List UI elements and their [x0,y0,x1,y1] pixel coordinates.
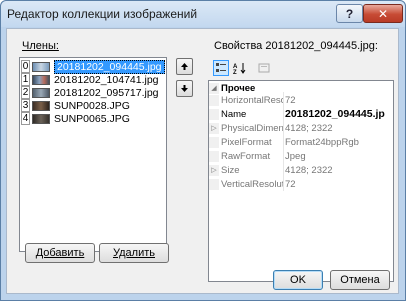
image-thumbnail-icon [32,87,50,98]
property-value[interactable]: 20181202_094445.jp [285,109,393,120]
move-up-button[interactable] [176,58,193,75]
property-value: 72 [285,95,296,106]
row-gutter [209,179,219,190]
property-row[interactable]: ▷ Size 4128; 2322 [209,165,393,176]
help-button[interactable]: ? [336,4,363,23]
move-down-button[interactable] [176,80,193,97]
list-item[interactable]: 0 20181202_094445.jpg [21,59,166,74]
categorized-icon [216,63,226,72]
property-name: HorizontalResolu [221,95,283,106]
item-index: 4 [21,112,30,125]
property-value: 4128; 2322 [285,165,333,176]
property-name: PhysicalDimensic [221,123,283,134]
property-row-selected[interactable]: Name 20181202_094445.jp [209,109,393,120]
property-name: VerticalResolutio [221,179,283,190]
expand-icon[interactable]: ▷ [209,165,219,176]
property-toolbar: A Z [208,60,394,78]
row-gutter [209,137,219,148]
categorized-view-button[interactable] [213,60,229,76]
image-thumbnail-icon [32,113,50,124]
property-row[interactable]: VerticalResolutio 72 [209,179,393,190]
property-name: Size [221,165,240,176]
item-filename: SUNP0028.JPG [54,99,130,112]
expand-icon[interactable]: ▷ [209,123,219,134]
members-list[interactable]: 0 20181202_094445.jpg 1 20181202_104741.… [19,57,167,252]
arrow-down-icon [181,85,188,92]
property-row[interactable]: RawFormat Jpeg [209,151,393,162]
window-title: Редактор коллекции изображений [7,7,198,21]
property-value: 4128; 2322 [285,123,333,134]
members-label: Члены: [22,40,59,52]
list-item[interactable]: 2 20181202_095717.jpg [21,86,166,99]
image-thumbnail-icon [32,74,50,85]
property-pages-button[interactable] [256,60,272,76]
property-row[interactable]: HorizontalResolu 72 [209,95,393,106]
collapse-icon[interactable]: ◢ [209,83,219,94]
category-row[interactable]: ◢ Прочее [209,83,393,94]
property-row[interactable]: ▷ PhysicalDimensic 4128; 2322 [209,123,393,134]
list-item[interactable]: 3 SUNP0028.JPG [21,99,166,112]
row-gutter [209,109,219,120]
item-index: 0 [21,60,30,73]
item-filename: 20181202_094445.jpg [54,59,165,74]
title-bar[interactable]: Редактор коллекции изображений ? ✕ [1,1,405,27]
property-value: Format24bppRgb [285,137,359,148]
add-button[interactable]: Добавить [25,243,95,263]
item-filename: SUNP0065.JPG [54,112,130,125]
item-index: 1 [21,73,30,86]
property-name: RawFormat [221,151,271,162]
item-index: 3 [21,99,30,112]
row-gutter [209,95,219,106]
close-button[interactable]: ✕ [363,4,403,23]
list-item[interactable]: 4 SUNP0065.JPG [21,112,166,125]
sort-az-icon: A Z [233,63,246,74]
ok-button[interactable]: OK [273,270,323,290]
property-name: PixelFormat [221,137,272,148]
category-label: Прочее [221,83,256,94]
arrow-up-icon [181,63,188,70]
property-pages-icon [258,63,270,73]
property-value: 72 [285,179,296,190]
properties-label: Свойства 20181202_094445.jpg: [214,40,378,52]
property-row[interactable]: PixelFormat Format24bppRgb [209,137,393,148]
property-grid[interactable]: ◢ Прочее HorizontalResolu 72 Name 201812… [208,80,394,282]
item-filename: 20181202_095717.jpg [54,86,159,99]
svg-text:Z: Z [233,70,237,74]
delete-button[interactable]: Удалить [99,243,169,263]
row-gutter [209,151,219,162]
item-index: 2 [21,86,30,99]
list-item[interactable]: 1 20181202_104741.jpg [21,73,166,86]
property-value: Jpeg [285,151,306,162]
item-filename: 20181202_104741.jpg [54,73,159,86]
cancel-button[interactable]: Отмена [330,270,390,290]
alphabetical-view-button[interactable]: A Z [232,60,248,76]
image-thumbnail-icon [32,100,50,111]
property-name: Name [221,109,247,120]
image-thumbnail-icon [32,61,50,72]
